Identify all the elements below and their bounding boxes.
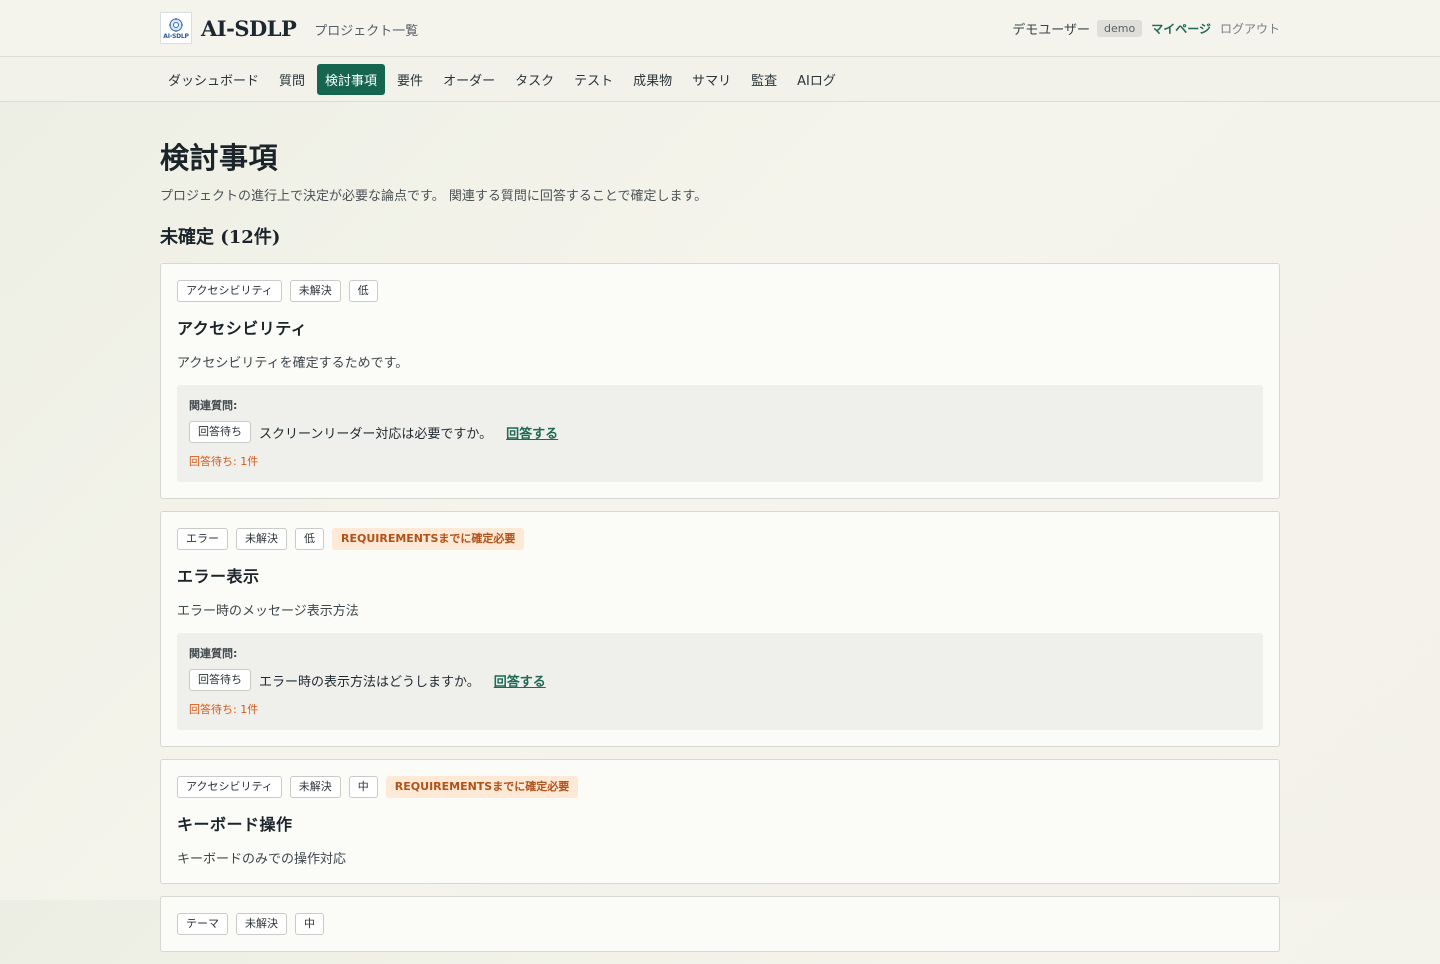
nav-item-tasks[interactable]: タスク [507,64,562,95]
pending-count: 回答待ち: 1件 [189,703,259,716]
status-tag: 未解決 [236,528,287,550]
header-inner: AI-SDLP AI-SDLP プロジェクト一覧 デモユーザー demo マイペ… [160,0,1280,56]
main-content: 検討事項 プロジェクトの進行上で決定が必要な論点です。 関連する質問に回答するこ… [160,102,1280,964]
deadline-tag: REQUIREMENTSまでに確定必要 [332,528,525,550]
related-questions-label: 関連質問: [189,399,238,412]
status-tag: 未解決 [289,280,341,302]
question-text: エラー時の表示方法はどうしますか。 [259,674,480,690]
nav-item-considerations[interactable]: 検討事項 [317,63,386,95]
page-description: プロジェクトの進行上で決定が必要な論点です。 関連する質問に回答することで確定し… [160,189,708,204]
category-tag: テーマ [177,913,228,935]
question-status-tag: 回答待ち [189,421,251,443]
question-row: 回答待ち スクリーンリーダー対応は必要ですか。 回答する [189,421,1251,443]
category-tag: エラー [177,528,228,550]
priority-tag: 低 [295,528,324,550]
category-tag: アクセシビリティ [177,280,282,302]
related-questions-label: 関連質問: [189,647,238,660]
main-nav: ダッシュボード 質問 検討事項 要件 オーダー タスク テスト 成果物 サマリ … [0,57,1440,102]
answer-link[interactable]: 回答する [506,423,558,442]
consideration-card: アクセシビリティ 未解決 中 REQUIREMENTSまでに確定必要 キーボード… [160,759,1280,884]
consideration-card: エラー 未解決 低 REQUIREMENTSまでに確定必要 エラー表示 エラー時… [160,511,1280,747]
brand[interactable]: AI-SDLP AI-SDLP プロジェクト一覧 [160,12,418,44]
user-role-badge: demo [1097,19,1143,37]
nav-item-deliverables[interactable]: 成果物 [625,64,680,95]
priority-tag: 中 [295,913,324,935]
status-tag: 未解決 [236,913,287,935]
section-title-unresolved: 未確定 (12件) [160,227,281,248]
priority-tag: 低 [348,280,378,302]
nav-item-questions[interactable]: 質問 [271,64,313,95]
card-description: キーボードのみでの操作対応 [177,852,347,867]
question-status-tag: 回答待ち [189,669,251,691]
page-title: 検討事項 [160,141,279,175]
top-header: AI-SDLP AI-SDLP プロジェクト一覧 デモユーザー demo マイペ… [0,0,1440,57]
related-questions: 関連質問: 回答待ち エラー時の表示方法はどうしますか。 回答する 回答待ち: … [177,633,1263,730]
consideration-list: アクセシビリティ 未解決 低 アクセシビリティ アクセシビリティを確定するためで… [160,263,1280,952]
username: デモユーザー [1012,22,1091,38]
project-list-link[interactable]: プロジェクト一覧 [314,20,418,39]
app-name[interactable]: AI-SDLP [201,16,297,41]
nav-item-dashboard[interactable]: ダッシュボード [160,64,267,95]
question-text: スクリーンリーダー対応は必要ですか。 [259,426,493,442]
card-tags: エラー 未解決 低 REQUIREMENTSまでに確定必要 [177,528,1263,550]
nav-item-tests[interactable]: テスト [566,64,621,95]
question-row: 回答待ち エラー時の表示方法はどうしますか。 回答する [189,669,1251,691]
nav-item-audit[interactable]: 監査 [743,64,785,95]
nav-item-orders[interactable]: オーダー [435,64,503,95]
card-tags: アクセシビリティ 未解決 低 [177,280,1263,302]
answer-link[interactable]: 回答する [494,671,546,690]
mypage-link[interactable]: マイページ [1151,20,1211,37]
logo-text: AI-SDLP [163,32,189,40]
nav-item-ai-log[interactable]: AIログ [789,64,844,95]
card-title: アクセシビリティ [177,319,308,338]
consideration-card: テーマ 未解決 中 [160,896,1280,952]
card-tags: テーマ 未解決 中 [177,913,1263,935]
related-questions: 関連質問: 回答待ち スクリーンリーダー対応は必要ですか。 回答する 回答待ち:… [177,385,1263,482]
nav-items: ダッシュボード 質問 検討事項 要件 オーダー タスク テスト 成果物 サマリ … [160,57,1280,101]
status-tag: 未解決 [289,776,341,798]
priority-tag: 中 [348,776,378,798]
card-title: エラー表示 [177,567,260,586]
pending-count: 回答待ち: 1件 [189,455,259,468]
consideration-card: アクセシビリティ 未解決 低 アクセシビリティ アクセシビリティを確定するためで… [160,263,1280,499]
app-logo[interactable]: AI-SDLP [160,12,192,44]
category-tag: アクセシビリティ [177,776,282,798]
card-title: キーボード操作 [177,815,293,834]
logo-gear-icon [169,17,183,32]
nav-item-summary[interactable]: サマリ [684,64,739,95]
card-description: エラー時のメッセージ表示方法 [177,604,359,619]
nav-item-requirements[interactable]: 要件 [389,64,431,95]
user-area: デモユーザー demo マイページ ログアウト [1012,19,1280,38]
card-description: アクセシビリティを確定するためです。 [177,356,409,371]
logout-link[interactable]: ログアウト [1220,20,1280,37]
card-tags: アクセシビリティ 未解決 中 REQUIREMENTSまでに確定必要 [177,776,1263,798]
deadline-tag: REQUIREMENTSまでに確定必要 [385,776,579,798]
